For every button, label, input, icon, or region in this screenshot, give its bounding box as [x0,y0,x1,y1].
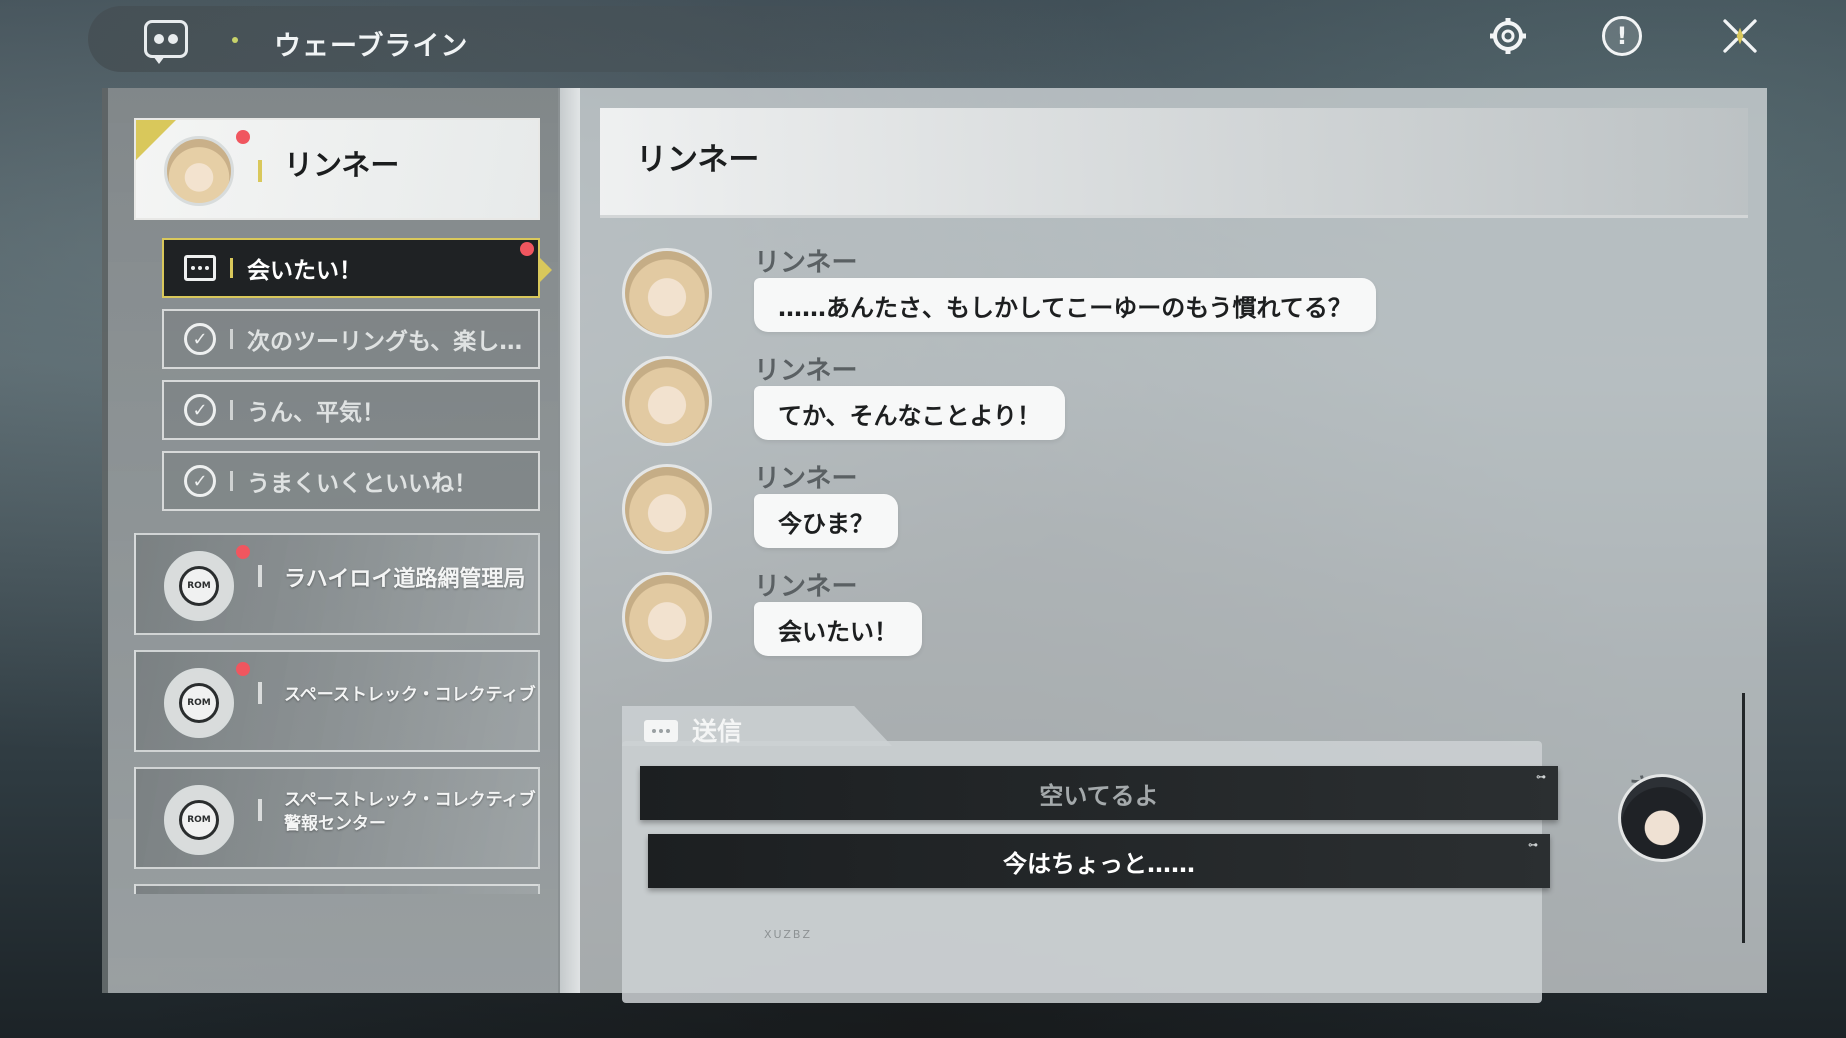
reply-option-free[interactable]: 空いてるよ ⊶ [640,766,1558,820]
thread-separator [230,329,233,349]
reply-option-busy[interactable]: 今はちょっと…… ⊶ [648,834,1550,888]
wave-line-window: リンネー 会いたい！ ✓ 次のツーリングも、楽し… ✓ うん、平気！ ✓ うまく… [102,88,1767,1003]
thread-separator [230,258,233,278]
contact-rahairoi-road-authority[interactable]: ROM ラハイロイ道路網管理局 [134,533,540,635]
message-bubble: 今ひま？ [754,494,898,548]
org-logo-icon: ROM [179,800,219,840]
contact-name-line2: 警報センター [284,814,386,834]
contact-space-trek-collective[interactable]: ROM スペーストレック・コレクティブ [134,650,540,752]
avatar: ROM [164,785,234,855]
message-bubble: ……あんたさ、もしかしてこーゆーのもう慣れてる？ [754,278,1376,332]
thread-item-active[interactable]: 会いたい！ [162,238,552,298]
accent-bar [258,799,262,821]
chat-title: リンネー [636,142,760,178]
avatar [622,356,712,446]
avatar: ROM [164,668,234,738]
thread-label: 会いたい！ [247,258,362,284]
close-icon[interactable] [1720,16,1760,56]
org-logo-icon: ROM [179,683,219,723]
reply-option-label: 今はちょっと…… [1003,849,1195,878]
avatar [622,572,712,662]
thread-item[interactable]: ✓ 次のツーリングも、楽し… [162,309,540,369]
alert-icon[interactable]: ! [1602,16,1642,56]
message-bubble: 会いたい！ [754,602,922,656]
check-circle-icon: ✓ [182,392,218,428]
contact-name: リンネー [284,148,400,182]
contact-card-partial[interactable] [134,884,540,894]
message-sender: リンネー [754,356,858,386]
key-icon: ⊶ [1528,840,1538,851]
chat-header: リンネー [600,108,1748,218]
app-title: ウェーブライン [274,31,469,62]
gear-icon[interactable] [1488,16,1528,56]
contact-name: ラハイロイ道路網管理局 [284,567,526,592]
org-logo-icon: ROM [179,566,219,606]
unread-dot [236,545,250,559]
avatar [164,136,234,206]
avatar: ROM [164,551,234,621]
message-sender: リンネー [754,464,858,494]
chat-scrollbar[interactable] [1742,693,1745,943]
thread-label: 次のツーリングも、楽し… [247,329,523,355]
footer-text: XUZBZ [764,928,813,941]
thread-separator [230,400,233,420]
check-circle-icon: ✓ [182,321,218,357]
avatar [622,464,712,554]
message-bubble: てか、そんなことより！ [754,386,1066,440]
contact-space-trek-alert-center[interactable]: ROM スペーストレック・コレクティブ 警報センター [134,767,540,869]
contact-name: スペーストレック・コレクティブ [284,790,536,810]
contact-name: スペーストレック・コレクティブ [284,685,536,705]
thread-item[interactable]: ✓ うん、平気！ [162,380,540,440]
message-sender: リンネー [754,248,858,278]
chat-bubble-icon [144,20,188,64]
avatar [622,248,712,338]
reply-option-label: 空いてるよ [1039,781,1159,810]
top-bar: ウェーブライン [88,6,1788,72]
contact-sidebar: リンネー 会いたい！ ✓ 次のツーリングも、楽し… ✓ うん、平気！ ✓ うまく… [102,88,558,993]
check-circle-icon: ✓ [182,463,218,499]
accent-bar [258,160,262,182]
thread-separator [230,471,233,491]
accent-bar [258,682,262,704]
thread-item[interactable]: ✓ うまくいくといいね！ [162,451,540,511]
chat-bubble-icon [644,720,678,742]
chat-bubble-icon [182,250,218,286]
unread-dot [520,242,534,256]
title-separator [232,37,238,43]
sidebar-divider [558,88,580,993]
accent-bar [258,565,262,587]
thread-label: うん、平気！ [247,400,385,426]
thread-label: うまくいくといいね！ [247,471,477,497]
unread-dot [236,130,250,144]
contact-linne[interactable]: リンネー [134,118,540,220]
my-avatar [1618,774,1706,862]
key-icon: ⊶ [1536,772,1546,783]
send-label: 送信 [692,717,743,746]
unread-dot [236,662,250,676]
message-sender: リンネー [754,572,858,602]
